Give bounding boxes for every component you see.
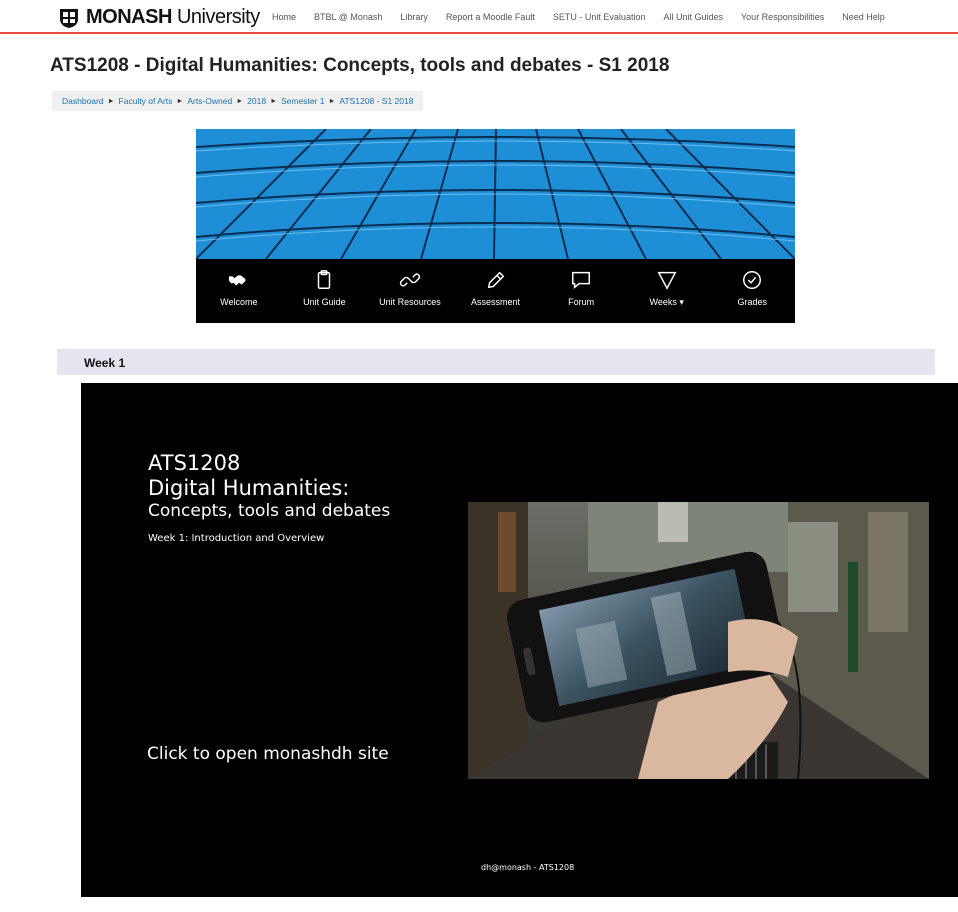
site-header: MONASH University Home BTBL @ Monash Lib… [0,0,958,34]
building-facade-graphic [196,129,795,259]
menu-forum-label: Forum [568,297,595,307]
menu-weeks[interactable]: Weeks ▾ [624,259,710,323]
pencil-icon [487,271,504,289]
breadcrumb-separator-icon: ► [176,97,184,105]
menu-unit-guide[interactable]: Unit Guide [282,259,368,323]
menu-welcome-label: Welcome [220,297,258,307]
top-nav: Home BTBL @ Monash Library Report a Mood… [272,12,903,22]
nav-need-help[interactable]: Need Help [842,12,885,22]
menu-unit-resources[interactable]: Unit Resources [367,259,453,323]
menu-grades-label: Grades [737,297,768,307]
menu-unit-resources-label: Unit Resources [379,297,441,307]
laneway-phone-illustration [468,502,929,779]
check-circle-icon [743,271,762,289]
breadcrumb-arts-owned[interactable]: Arts-Owned [187,96,232,106]
nav-report-fault[interactable]: Report a Moodle Fault [446,12,535,22]
menu-assessment-label: Assessment [471,297,521,307]
unit-menu: Welcome Unit Guide Unit Resources Assess… [196,259,795,323]
nav-home[interactable]: Home [272,12,296,22]
course-banner-image [196,129,795,259]
slide-unit-code: ATS1208 [148,451,241,475]
breadcrumb-year[interactable]: 2018 [247,96,266,106]
monash-logo[interactable]: MONASH University [58,6,260,29]
slide-title: ATS1208 Digital Humanities: [148,451,349,501]
breadcrumb-faculty[interactable]: Faculty of Arts [119,96,173,106]
slide-cta-text: Click to open monashdh site [147,744,389,764]
link-icon [399,273,421,287]
slide-footer: dh@monash - ATS1208 [481,863,575,872]
week1-slide-link[interactable]: ATS1208 Digital Humanities: Concepts, to… [81,383,958,897]
breadcrumb-course[interactable]: ATS1208 - S1 2018 [339,96,413,106]
section-header-week1[interactable]: Week 1 [57,349,935,375]
nav-library[interactable]: Library [400,12,428,22]
breadcrumb: Dashboard ► Faculty of Arts ► Arts-Owned… [52,91,424,111]
nav-responsibilities[interactable]: Your Responsibilities [741,12,824,22]
hand-holding-phone-photo [468,502,929,779]
clipboard-icon [318,270,331,289]
breadcrumb-separator-icon: ► [270,97,277,105]
monash-crest-icon [60,8,78,28]
monash-wordmark: MONASH University [86,6,260,28]
menu-welcome[interactable]: Welcome [196,259,282,323]
nav-btbl[interactable]: BTBL @ Monash [314,12,382,22]
breadcrumb-separator-icon: ► [328,97,336,105]
breadcrumb-semester[interactable]: Semester 1 [281,96,324,106]
nav-setu[interactable]: SETU - Unit Evaluation [553,12,646,22]
speech-bubble-icon [572,271,591,289]
breadcrumb-separator-icon: ► [236,97,244,105]
slide-unit-name: Digital Humanities: [148,476,350,500]
menu-assessment[interactable]: Assessment [453,259,539,323]
slide-subtitle: Concepts, tools and debates [148,501,391,521]
triangle-down-icon [657,271,677,290]
nav-unit-guides[interactable]: All Unit Guides [663,12,723,22]
breadcrumb-separator-icon: ► [107,97,115,105]
menu-grades[interactable]: Grades [709,259,795,323]
handshake-icon [228,275,246,286]
menu-unit-guide-label: Unit Guide [303,297,346,307]
section-title: Week 1 [84,356,126,370]
page-title: ATS1208 - Digital Humanities: Concepts, … [50,55,670,76]
menu-forum[interactable]: Forum [538,259,624,323]
breadcrumb-dashboard[interactable]: Dashboard [62,96,104,106]
slide-week-label: Week 1: Introduction and Overview [148,533,325,544]
menu-weeks-label: Weeks ▾ [649,297,684,307]
moodle-page: MONASH University Home BTBL @ Monash Lib… [0,0,958,912]
